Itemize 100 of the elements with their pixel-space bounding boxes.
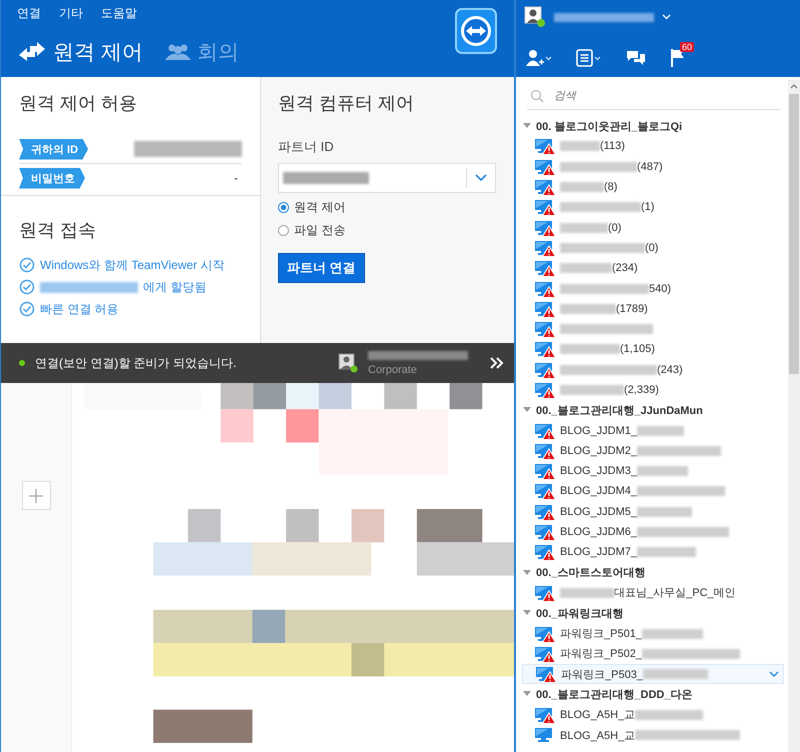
contact-item[interactable]: 파워링크_P501_ bbox=[522, 623, 784, 644]
contact-name: BLOG_JJDM6_ bbox=[560, 526, 638, 538]
contact-item[interactable]: (243) bbox=[522, 360, 784, 380]
chevron-down-icon[interactable] bbox=[769, 670, 779, 678]
contact-name: 540) bbox=[649, 282, 672, 295]
chevron-down-icon bbox=[475, 174, 487, 182]
add-contact-icon[interactable] bbox=[526, 49, 552, 67]
partner-id-field[interactable] bbox=[278, 163, 496, 193]
redacted-text bbox=[560, 588, 614, 598]
contact-name: (487) bbox=[637, 160, 663, 173]
field-value: - bbox=[234, 171, 239, 185]
mode-tab[interactable]: 원격 제어 bbox=[17, 38, 143, 66]
redacted-text bbox=[637, 426, 684, 436]
plus-icon bbox=[29, 488, 43, 502]
people-icon bbox=[164, 43, 191, 61]
contact-name: BLOG_JJDM2_ bbox=[560, 444, 638, 457]
contact-name: (0) bbox=[608, 222, 622, 234]
setting-link[interactable]: Windows와 함께 TeamViewer 시작 bbox=[40, 256, 224, 274]
section-title: 원격 접속 bbox=[19, 219, 98, 242]
redacted-text bbox=[637, 547, 696, 558]
contact-item[interactable]: (8) bbox=[522, 176, 784, 198]
radio-label: 파일 전송 bbox=[294, 222, 346, 239]
section-title: 원격 제어 허용 bbox=[19, 92, 138, 115]
contact-item[interactable]: (1789) bbox=[522, 298, 784, 319]
contact-item[interactable]: (234) bbox=[522, 258, 784, 278]
scrollbar[interactable] bbox=[788, 80, 800, 752]
contact-name: (234) bbox=[612, 262, 638, 274]
add-button[interactable] bbox=[22, 481, 50, 510]
group-header[interactable]: 00._블로그관리대행_JJunDaMun bbox=[522, 400, 784, 420]
contact-item[interactable]: BLOG_JJDM3_ bbox=[522, 461, 784, 482]
redacted-text bbox=[560, 263, 612, 274]
menu-item[interactable]: 연결 bbox=[17, 5, 41, 22]
contact-item[interactable]: BLOG_JJDM1_ bbox=[522, 420, 784, 441]
contact-name: BLOG_JJDM4_ bbox=[560, 485, 638, 498]
radio-button[interactable] bbox=[278, 225, 289, 236]
contact-name: BLOG_JJDM3_ bbox=[560, 465, 638, 478]
group-header[interactable]: 00._블로그관리대행_DDD_다온 bbox=[522, 684, 784, 705]
arrows-icon bbox=[17, 42, 47, 62]
contact-item[interactable]: BLOG_A5H_교 bbox=[522, 704, 784, 725]
field-label: 귀하의 ID bbox=[19, 138, 88, 160]
contact-item[interactable]: 파워링크_P502_ bbox=[522, 644, 784, 664]
redacted-text bbox=[637, 506, 692, 517]
setting-link[interactable]: 빠른 연결 허용 bbox=[40, 300, 119, 318]
redacted-text bbox=[560, 222, 608, 233]
contact-item[interactable]: BLOG_JJDM5_ bbox=[522, 502, 784, 522]
status-message: 연결(보안 연결)할 준비가 되었습니다. bbox=[35, 354, 238, 372]
menu-item[interactable]: 도움말 bbox=[101, 5, 137, 22]
contact-name: BLOG_JJDM7_ bbox=[560, 546, 638, 558]
contact-name: BLOG_A5H_교 bbox=[560, 728, 636, 743]
contact-name: 파워링크_P501_ bbox=[560, 627, 642, 642]
setting-link[interactable]: 에게 할당됨 bbox=[143, 278, 206, 296]
expand-icon[interactable] bbox=[490, 357, 504, 369]
contact-name: (2,339) bbox=[624, 384, 659, 396]
contact-item[interactable]: 540) bbox=[522, 278, 784, 299]
redacted-text bbox=[560, 344, 620, 354]
account-type: Corporate bbox=[368, 364, 418, 376]
connect-button[interactable]: 파트너 연결 bbox=[278, 253, 365, 283]
menu-item[interactable]: 기타 bbox=[59, 5, 83, 22]
contact-name: (0) bbox=[645, 242, 658, 254]
contact-item[interactable]: (113) bbox=[522, 136, 784, 157]
contact-name: (113) bbox=[600, 140, 625, 152]
contact-name: 파워링크_P502_ bbox=[560, 647, 642, 662]
contact-item[interactable]: (487) bbox=[522, 156, 784, 177]
list-icon[interactable] bbox=[576, 49, 602, 67]
redacted-text bbox=[635, 710, 704, 720]
search-icon bbox=[530, 89, 544, 103]
redacted-text bbox=[637, 466, 688, 476]
field-label: 파트너 ID bbox=[278, 138, 335, 156]
contact-item[interactable]: BLOG_JJDM2_ bbox=[522, 440, 784, 462]
redacted-text bbox=[560, 141, 600, 152]
contact-name: BLOG_A5H_교 bbox=[560, 708, 636, 722]
contact-name: (1789) bbox=[616, 302, 648, 315]
chat-icon[interactable] bbox=[626, 49, 646, 67]
field-label: 비밀번호 bbox=[19, 168, 85, 188]
radio-button[interactable] bbox=[278, 202, 289, 213]
redacted-text bbox=[642, 669, 708, 680]
contact-item[interactable]: (0) bbox=[522, 238, 784, 258]
radio-label: 원격 제어 bbox=[294, 199, 346, 216]
redacted-text bbox=[560, 304, 616, 314]
contact-item[interactable]: BLOG_JJDM7_ bbox=[522, 542, 784, 563]
contact-item[interactable]: (0) bbox=[522, 217, 784, 238]
notification-badge: 60 bbox=[680, 42, 694, 52]
contact-name: BLOG_JJDM5_ bbox=[560, 506, 638, 518]
contact-item[interactable]: BLOG_A5H_교 bbox=[522, 724, 784, 746]
contact-item[interactable]: 대표님_사무실_PC_메인 bbox=[522, 582, 784, 604]
redacted-text bbox=[560, 182, 604, 192]
redacted-text bbox=[642, 628, 703, 639]
group-header[interactable]: 00. 블로그이웃관리_블로그Qi bbox=[522, 116, 784, 136]
group-header[interactable]: 00._파워링크대행 bbox=[522, 603, 784, 624]
contact-item[interactable]: (1,105) bbox=[522, 339, 784, 360]
group-header[interactable]: 00._스마트스토어대행 bbox=[522, 562, 784, 583]
contact-item[interactable]: 파워링크_P503_ bbox=[522, 664, 784, 684]
logo-icon bbox=[454, 7, 500, 57]
contact-item[interactable]: BLOG_JJDM4_ bbox=[522, 481, 784, 502]
contact-name: (243) bbox=[657, 364, 683, 376]
contact-name: (8) bbox=[604, 181, 618, 194]
contact-item[interactable]: (1) bbox=[522, 197, 784, 218]
contact-item[interactable]: (2,339) bbox=[522, 380, 784, 400]
contact-name: (1) bbox=[641, 201, 654, 214]
contact-item[interactable]: BLOG_JJDM6_ bbox=[522, 522, 784, 542]
